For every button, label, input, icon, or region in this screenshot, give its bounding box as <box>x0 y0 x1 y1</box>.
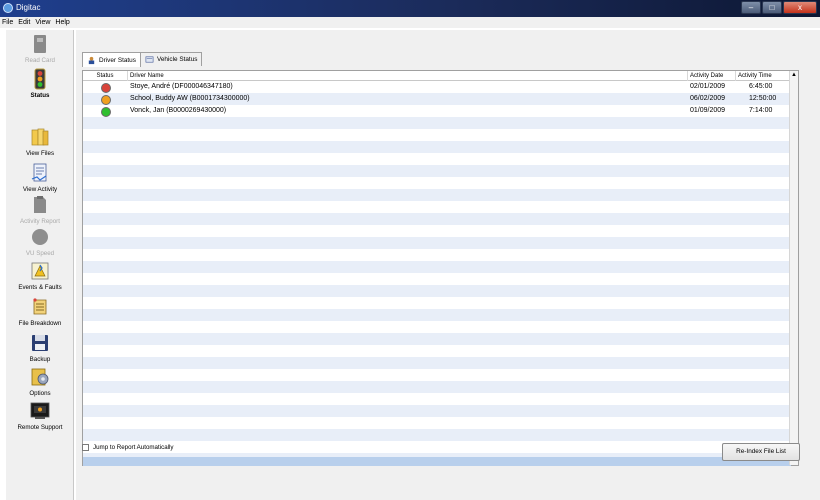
activity-time-cell: 6:45:00 <box>749 83 773 90</box>
row-stripe <box>83 285 791 297</box>
main-panel: Driver Status Vehicle Status Status Driv… <box>76 30 820 500</box>
events-faults-icon <box>31 262 49 280</box>
activity-date-cell: 06/02/2009 <box>690 95 726 102</box>
nav-view-activity-label: View Activity <box>22 186 58 193</box>
column-header-activity-date[interactable]: Activity Date <box>688 71 736 81</box>
driver-name-cell: Stoye, André (DF000046347180) <box>130 83 233 90</box>
table-header: Status Driver Name Activity Date Activit… <box>83 71 791 81</box>
status-light-green <box>101 107 111 117</box>
activity-date-cell: 01/09/2009 <box>690 107 726 114</box>
window-controls: – □ x <box>740 1 817 15</box>
card-reader-icon <box>34 35 46 53</box>
activity-time-cell: 12:50:00 <box>749 95 777 102</box>
row-stripe <box>83 141 791 153</box>
folders-icon <box>31 128 49 146</box>
nav-events-faults-label: Events & Faults <box>18 284 62 291</box>
nav-backup[interactable]: Backup <box>6 332 74 363</box>
nav-remote-support[interactable]: Remote Support <box>6 400 74 431</box>
row-stripe <box>83 261 791 273</box>
remote-support-icon <box>30 402 50 419</box>
minimize-button[interactable]: – <box>741 1 761 14</box>
digitac-app-icon <box>3 3 13 13</box>
row-stripe <box>83 237 791 249</box>
nav-view-activity[interactable]: View Activity <box>6 162 74 193</box>
tab-vehicle-status-label: Vehicle Status <box>156 56 198 63</box>
column-header-activity-time[interactable]: Activity Time <box>736 71 791 81</box>
menu-view[interactable]: View <box>35 19 50 26</box>
tab-strip: Driver Status Vehicle Status <box>82 52 203 67</box>
tab-driver-status-label: Driver Status <box>99 56 136 64</box>
activity-date-cell: 02/01/2009 <box>690 83 726 90</box>
status-light-red <box>101 83 111 93</box>
vertical-scrollbar[interactable]: ▲ ▼ <box>789 71 798 465</box>
table-row[interactable]: Stoye, André (DF000046347180) 02/01/2009… <box>83 81 791 93</box>
row-stripe <box>83 429 791 441</box>
speed-gauge-icon <box>32 229 48 245</box>
jump-to-report-checkbox[interactable] <box>82 444 89 451</box>
row-stripe <box>83 333 791 345</box>
row-stripe <box>83 165 791 177</box>
row-stripe <box>83 381 791 393</box>
scroll-up-arrow[interactable]: ▲ <box>790 71 798 80</box>
nav-file-breakdown-label: File Breakdown <box>18 320 62 327</box>
activity-document-icon <box>31 163 47 182</box>
table-row[interactable]: School, Buddy AW (B0001734300000) 06/02/… <box>83 93 791 105</box>
jump-to-report-option[interactable]: Jump to Report Automatically <box>82 444 173 451</box>
nav-options-label: Options <box>29 390 51 397</box>
row-stripe <box>83 213 791 225</box>
nav-status[interactable]: Status <box>6 68 74 99</box>
nav-backup-label: Backup <box>29 356 51 363</box>
close-button[interactable]: x <box>783 1 817 14</box>
tab-driver-status[interactable]: Driver Status <box>82 52 141 67</box>
row-stripe <box>83 405 791 417</box>
row-stripe <box>83 309 791 321</box>
menu-file[interactable]: File <box>2 19 13 26</box>
table-row[interactable]: Vonck, Jan (B0000269430000) 01/09/2009 7… <box>83 105 791 117</box>
selected-empty-row[interactable] <box>83 457 791 466</box>
title-bar: Digitac – □ x <box>0 0 820 17</box>
nav-read-card[interactable]: Read Card <box>6 33 74 64</box>
jump-to-report-label: Jump to Report Automatically <box>93 444 174 451</box>
file-breakdown-icon <box>33 298 47 315</box>
row-stripe <box>83 117 791 129</box>
column-header-status[interactable]: Status <box>83 71 128 81</box>
tab-vehicle-status[interactable]: Vehicle Status <box>139 52 203 66</box>
window-title: Digitac <box>16 3 41 12</box>
driver-status-table[interactable]: Status Driver Name Activity Date Activit… <box>82 70 799 466</box>
reindex-file-list-button[interactable]: Re-Index File List <box>722 443 800 461</box>
activity-time-cell: 7:14:00 <box>749 107 773 114</box>
status-light-amber <box>101 95 111 105</box>
nav-vu-speed[interactable]: VU Speed <box>6 226 74 257</box>
floppy-disk-icon <box>32 335 48 351</box>
vehicle-icon <box>145 56 154 63</box>
nav-read-card-label: Read Card <box>25 57 55 64</box>
table-body: Stoye, André (DF000046347180) 02/01/2009… <box>83 81 791 466</box>
menu-bar: File Edit View Help <box>0 17 820 28</box>
row-stripe <box>83 189 791 201</box>
nav-file-breakdown[interactable]: File Breakdown <box>6 296 74 327</box>
column-header-driver-name[interactable]: Driver Name <box>128 71 688 81</box>
navigation-sidebar: Read Card Status View Files View Activit… <box>6 30 74 500</box>
nav-view-files-label: View Files <box>25 150 55 157</box>
nav-events-faults[interactable]: Events & Faults <box>6 260 74 291</box>
nav-activity-report-label: Activity Report <box>20 218 60 225</box>
traffic-light-icon <box>34 68 46 90</box>
menu-edit[interactable]: Edit <box>18 19 30 26</box>
driver-name-cell: School, Buddy AW (B0001734300000) <box>130 95 250 102</box>
driver-icon <box>88 56 95 64</box>
row-stripe <box>83 357 791 369</box>
menu-help[interactable]: Help <box>55 19 69 26</box>
options-gear-icon <box>31 368 49 386</box>
nav-vu-speed-label: VU Speed <box>25 250 55 257</box>
nav-status-label: Status <box>30 92 50 99</box>
maximize-button[interactable]: □ <box>762 1 782 14</box>
nav-options[interactable]: Options <box>6 366 74 397</box>
driver-name-cell: Vonck, Jan (B0000269430000) <box>130 107 227 114</box>
nav-remote-support-label: Remote Support <box>17 424 63 431</box>
nav-view-files[interactable]: View Files <box>6 126 74 157</box>
nav-activity-report[interactable]: Activity Report <box>6 194 74 225</box>
report-icon <box>34 196 46 213</box>
